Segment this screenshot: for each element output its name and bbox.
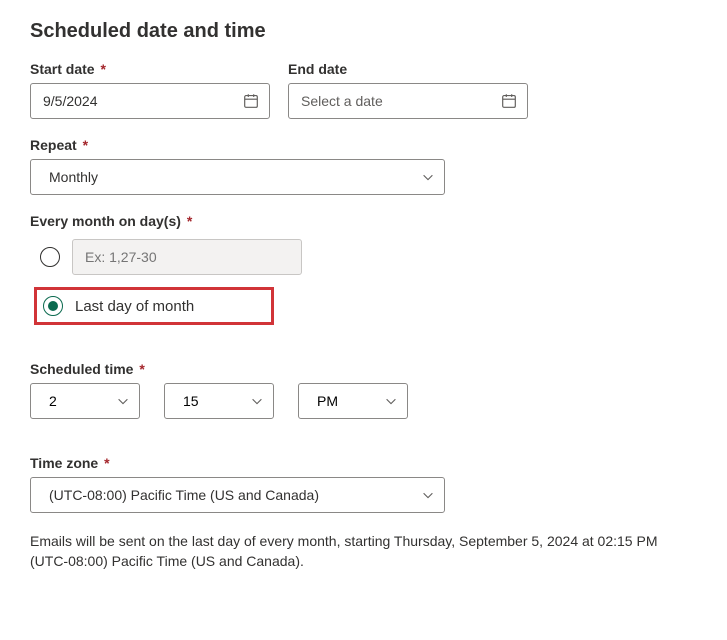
start-date-label: Start date * [30, 61, 270, 77]
radio-specific-days[interactable] [40, 247, 60, 267]
required-asterisk: * [104, 455, 109, 471]
required-asterisk: * [139, 361, 144, 377]
radio-last-day[interactable] [43, 296, 63, 316]
end-date-label: End date [288, 61, 528, 77]
required-asterisk: * [187, 213, 192, 229]
specific-days-input[interactable] [72, 239, 302, 275]
repeat-label-text: Repeat [30, 137, 77, 153]
every-month-label: Every month on day(s) * [30, 213, 697, 229]
timezone-label-text: Time zone [30, 455, 98, 471]
every-month-label-text: Every month on day(s) [30, 213, 181, 229]
repeat-label: Repeat * [30, 137, 445, 153]
start-date-label-text: Start date [30, 61, 95, 77]
schedule-summary: Emails will be sent on the last day of e… [30, 531, 697, 572]
minute-select[interactable]: 15 [164, 383, 274, 419]
start-date-input[interactable] [30, 83, 270, 119]
repeat-select[interactable]: Monthly [30, 159, 445, 195]
end-date-input[interactable] [288, 83, 528, 119]
end-date-label-text: End date [288, 61, 347, 77]
required-asterisk: * [83, 137, 88, 153]
timezone-select[interactable]: (UTC-08:00) Pacific Time (US and Canada) [30, 477, 445, 513]
highlight-box: Last day of month [34, 287, 274, 325]
last-day-label: Last day of month [75, 298, 194, 315]
scheduled-time-label-text: Scheduled time [30, 361, 133, 377]
section-title: Scheduled date and time [30, 20, 697, 43]
scheduled-time-label: Scheduled time * [30, 361, 697, 377]
timezone-label: Time zone * [30, 455, 445, 471]
hour-select[interactable]: 2 [30, 383, 140, 419]
required-asterisk: * [100, 61, 105, 77]
ampm-select[interactable]: PM [298, 383, 408, 419]
